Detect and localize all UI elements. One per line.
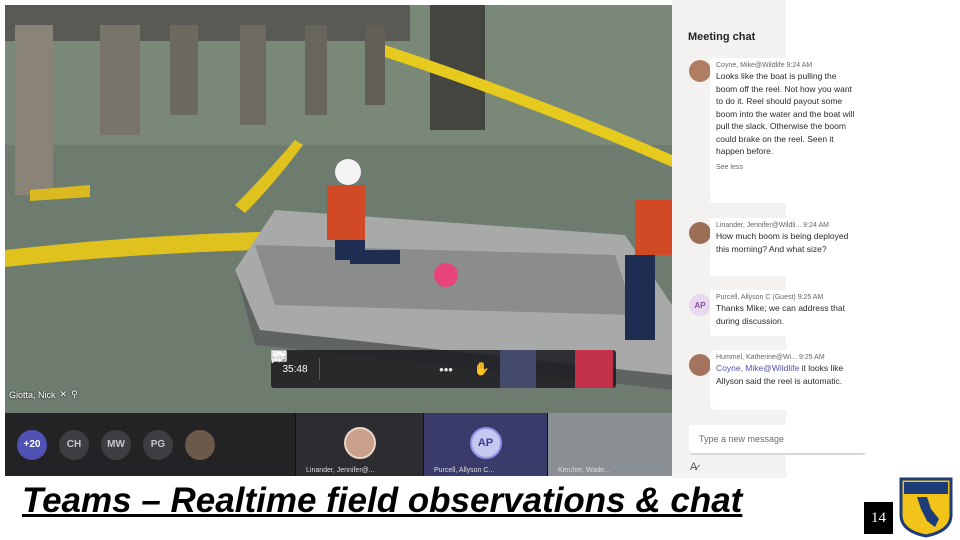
participant-photo: [343, 427, 376, 459]
see-less-link[interactable]: See less: [716, 162, 860, 175]
participant-tile-label: Purcell, Allyson C...: [434, 467, 495, 474]
chat-message-text: Coyne, Mike@Wildlife it looks like Allys…: [716, 362, 860, 387]
chat-author: Coyne, Mike@Wildlife: [716, 62, 785, 69]
chat-time: 9:24 AM: [786, 62, 813, 69]
chat-message-meta: Purcell, Allyson C (Guest) 9:25 AM: [716, 293, 860, 302]
meeting-timer: 35:48: [282, 363, 308, 375]
pin-icon: ⚲: [71, 389, 78, 399]
format-icon[interactable]: A̷: [690, 461, 697, 473]
chat-author-avatar: AP: [689, 294, 711, 316]
participant-tile-label: Linander, Jennifer@...: [306, 467, 375, 474]
chat-message-text: How much boom is being deployed this mor…: [716, 231, 849, 254]
chat-message-text: Looks like the boat is pulling the boom …: [716, 71, 855, 156]
camera-off-icon[interactable]: [271, 350, 356, 388]
participants-icon[interactable]: [271, 350, 572, 388]
chat-icon[interactable]: [271, 350, 536, 388]
chat-time: 9:24 AM: [803, 222, 829, 229]
chat-mention[interactable]: Coyne, Mike@Wildlife: [716, 363, 799, 373]
chat-author: Hummel, Katherine@Wi...: [716, 354, 798, 361]
chat-author-avatar: [689, 354, 711, 376]
participant-tile-label: Kercher, Wade...: [558, 467, 610, 474]
chat-message-meta: Coyne, Mike@Wildlife 9:24 AM: [716, 61, 860, 70]
participant-avatar[interactable]: CH: [59, 429, 89, 460]
chat-author-avatar: [689, 222, 711, 244]
more-options-icon[interactable]: •••: [428, 350, 464, 388]
chat-time: 9:25 AM: [797, 294, 824, 301]
chat-title: Meeting chat: [688, 31, 756, 43]
chat-message[interactable]: Linander, Jennifer@Wildli... 9:24 AM How…: [710, 218, 866, 276]
main-video: Giotta, Nick ✕ ⚲ 35:48 ••• ✋: [5, 5, 672, 413]
chat-time: 9:25 AM: [798, 354, 825, 361]
raise-hand-icon[interactable]: ✋: [464, 350, 500, 388]
chat-message[interactable]: Purcell, Allyson C (Guest) 9:25 AM Thank…: [710, 290, 866, 336]
participant-name-label: Giotta, Nick: [9, 389, 56, 400]
share-screen-icon[interactable]: [271, 350, 428, 388]
chat-author: Linander, Jennifer@Wildli...: [716, 222, 802, 229]
hang-up-button[interactable]: [272, 350, 613, 388]
participant-avatar[interactable]: PG: [143, 429, 173, 460]
chat-author-avatar: [689, 60, 711, 82]
slide-caption: Teams – Realtime field observations & ch…: [22, 481, 743, 520]
chat-message-text: Thanks Mike; we can address that during …: [716, 303, 845, 326]
participant-avatar[interactable]: MW: [101, 429, 131, 460]
participant-tile[interactable]: Kercher, Wade...: [547, 413, 672, 476]
california-fish-and-wildlife-logo: [897, 475, 955, 538]
more-participants-button[interactable]: +20: [17, 429, 47, 460]
page-number: 14: [864, 502, 893, 534]
compose-message-input[interactable]: Type a new message: [689, 425, 866, 455]
participant-strip: +20 CH MW PG Linander, Jennifer@... AP P…: [5, 413, 672, 476]
meeting-toolbar: 35:48 ••• ✋: [271, 350, 616, 388]
mic-off-icon: ✕: [59, 389, 68, 399]
chat-author: Purcell, Allyson C (Guest): [716, 294, 796, 301]
participant-tile[interactable]: AP Purcell, Allyson C...: [423, 413, 547, 476]
mic-off-icon[interactable]: [271, 350, 392, 388]
participant-initials-avatar: AP: [469, 427, 502, 459]
chat-message[interactable]: Hummel, Katherine@Wi... 9:25 AM Coyne, M…: [710, 350, 866, 410]
chat-message[interactable]: Coyne, Mike@Wildlife 9:24 AM Looks like …: [710, 58, 866, 203]
participant-avatar-photo[interactable]: [185, 429, 215, 460]
main-participant-name: Giotta, Nick ✕ ⚲: [9, 389, 78, 400]
participant-tile[interactable]: Linander, Jennifer@...: [295, 413, 423, 476]
chat-message-meta: Linander, Jennifer@Wildli... 9:24 AM: [716, 221, 860, 230]
participant-avatars: +20 CH MW PG: [5, 413, 295, 476]
chat-message-meta: Hummel, Katherine@Wi... 9:25 AM: [716, 353, 860, 362]
